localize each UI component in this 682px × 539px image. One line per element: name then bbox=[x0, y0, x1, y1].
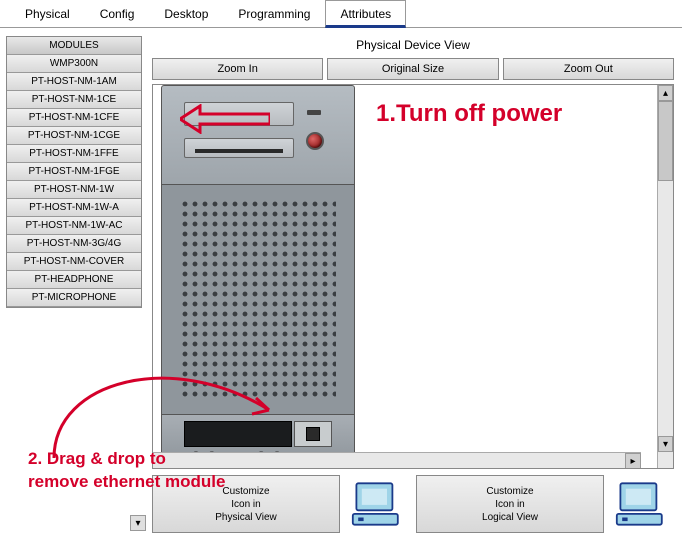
tab-attributes[interactable]: Attributes bbox=[325, 0, 406, 28]
tower-top-panel bbox=[161, 85, 355, 185]
scroll-down-button[interactable]: ▾ bbox=[658, 436, 673, 452]
module-item[interactable]: PT-HOST-NM-1CFE bbox=[7, 109, 141, 127]
vertical-scrollbar[interactable]: ▴ ▾ bbox=[657, 85, 673, 468]
original-size-button[interactable]: Original Size bbox=[327, 58, 498, 80]
pc-tower[interactable]: ◉ ◉ ▭ ⊷ ◉ ◉ bbox=[161, 85, 355, 445]
module-list-header: MODULES bbox=[7, 37, 141, 55]
module-item[interactable]: PT-HOST-NM-3G/4G bbox=[7, 235, 141, 253]
module-item[interactable]: PT-HOST-NM-1W-AC bbox=[7, 217, 141, 235]
scroll-right-button[interactable]: ▸ bbox=[625, 453, 641, 468]
tab-desktop[interactable]: Desktop bbox=[149, 0, 223, 27]
annotation-step2: 2. Drag & drop to remove ethernet module bbox=[28, 448, 228, 494]
physical-view-title: Physical Device View bbox=[152, 34, 674, 58]
annotation-step1: 1.Turn off power bbox=[376, 100, 562, 128]
module-list: MODULES WMP300N PT-HOST-NM-1AM PT-HOST-N… bbox=[6, 36, 142, 308]
zoom-out-button[interactable]: Zoom Out bbox=[503, 58, 674, 80]
tab-bar: Physical Config Desktop Programming Attr… bbox=[0, 0, 682, 28]
sidebar-scroll-down[interactable]: ▾ bbox=[130, 515, 146, 531]
scroll-up-button[interactable]: ▴ bbox=[658, 85, 673, 101]
scroll-thumb[interactable] bbox=[658, 101, 673, 181]
module-item[interactable]: PT-HOST-NM-1AM bbox=[7, 73, 141, 91]
module-item[interactable]: PT-HEADPHONE bbox=[7, 271, 141, 289]
zoom-in-button[interactable]: Zoom In bbox=[152, 58, 323, 80]
tab-physical[interactable]: Physical bbox=[10, 0, 85, 27]
module-item[interactable]: PT-HOST-NM-1W bbox=[7, 181, 141, 199]
module-item[interactable]: PT-HOST-NM-1FGE bbox=[7, 163, 141, 181]
pc-icon bbox=[346, 475, 410, 533]
module-item[interactable]: PT-HOST-NM-COVER bbox=[7, 253, 141, 271]
floppy-drive-icon bbox=[184, 138, 294, 158]
customize-logical-icon-button[interactable]: Customize Icon in Logical View bbox=[416, 475, 604, 533]
power-button[interactable] bbox=[306, 132, 324, 150]
device-viewport: ◉ ◉ ▭ ⊷ ◉ ◉ ▸ ▴ ▾ bbox=[152, 84, 674, 469]
module-item[interactable]: PT-HOST-NM-1CE bbox=[7, 91, 141, 109]
module-item[interactable]: WMP300N bbox=[7, 55, 141, 73]
module-item[interactable]: PT-HOST-NM-1W-A bbox=[7, 199, 141, 217]
empty-slot[interactable] bbox=[184, 421, 292, 447]
arrow-icon bbox=[180, 104, 270, 134]
led-indicator-icon bbox=[307, 110, 321, 115]
module-item[interactable]: PT-MICROPHONE bbox=[7, 289, 141, 307]
module-item[interactable]: PT-HOST-NM-1CGE bbox=[7, 127, 141, 145]
module-item[interactable]: PT-HOST-NM-1FFE bbox=[7, 145, 141, 163]
tower-grille bbox=[161, 185, 355, 415]
pc-icon bbox=[610, 475, 674, 533]
ethernet-port-icon bbox=[306, 427, 320, 441]
tab-programming[interactable]: Programming bbox=[223, 0, 325, 27]
ethernet-module[interactable] bbox=[294, 421, 332, 447]
tab-config[interactable]: Config bbox=[85, 0, 150, 27]
